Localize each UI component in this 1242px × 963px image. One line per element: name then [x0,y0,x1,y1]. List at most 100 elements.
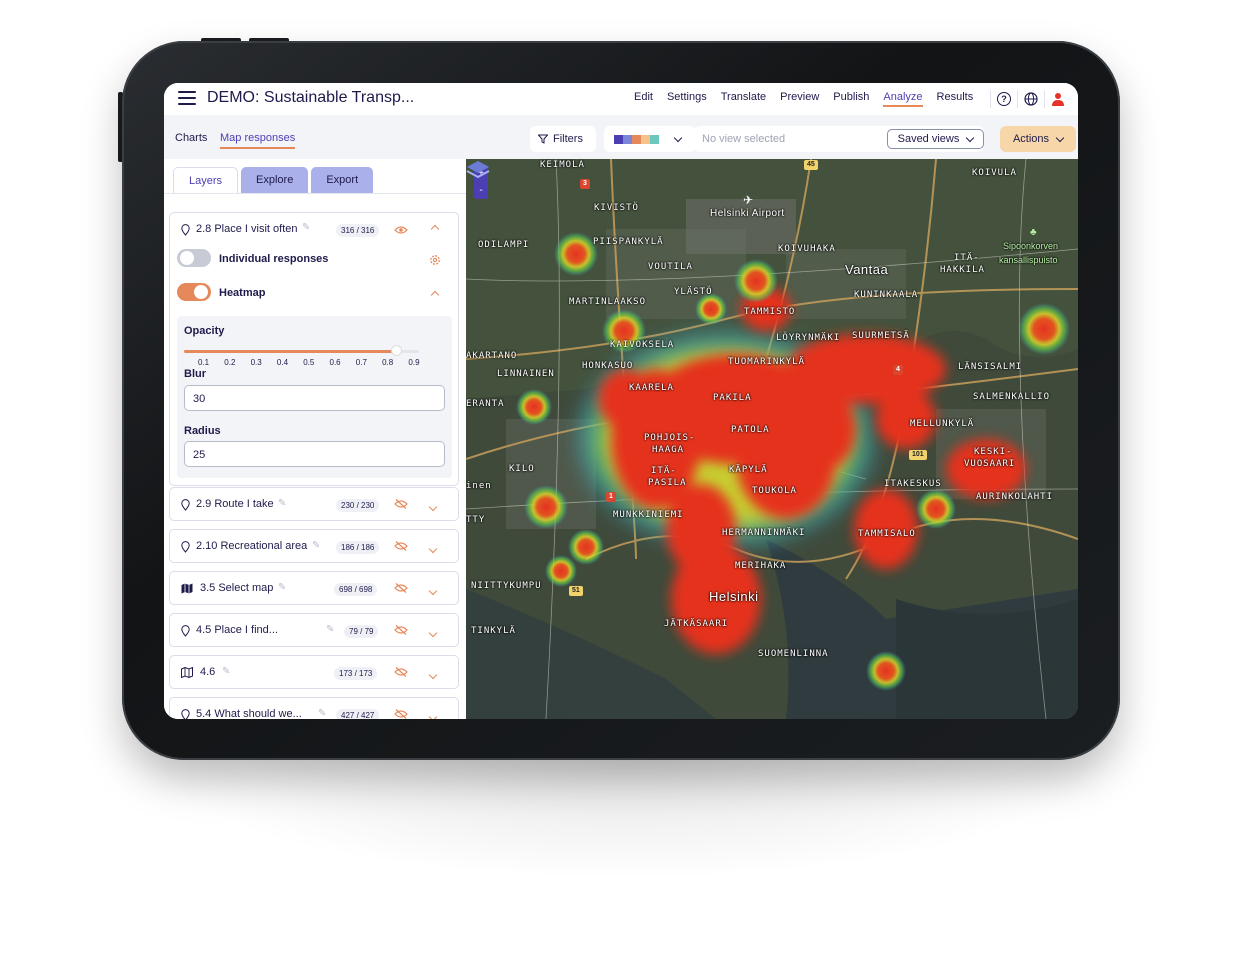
hamburger-menu-icon[interactable] [178,91,196,105]
help-icon[interactable]: ? [997,92,1011,106]
gear-icon[interactable] [429,254,441,266]
map-label: PATOLA [731,425,770,435]
nav-settings[interactable]: Settings [667,91,707,107]
opacity-tick-label: 0.3 [250,358,262,367]
map-label: ERANTA [466,399,505,409]
expand-chevron-icon[interactable] [428,581,438,599]
map-label: KOIVULA [972,168,1017,178]
layer-card[interactable]: 4.6 ✎ 173 / 173 [169,655,459,689]
layer-card[interactable]: 2.9 Route I take ✎ 230 / 230 [169,487,459,521]
survey-title: DEMO: Sustainable Transp... [207,89,415,106]
edit-pencil-icon[interactable]: ✎ [302,222,310,233]
blur-input[interactable]: 30 [184,385,445,411]
map-label: Helsinki [709,589,759,604]
map-label: LÄNSISALMI [958,362,1023,372]
filter-icon [538,134,548,144]
tab-export[interactable]: Export [311,167,374,193]
map-label: HERMANNINMÄKI [722,528,806,538]
map-filled-icon [181,583,193,594]
pin-icon [181,224,190,236]
globe-icon[interactable] [1024,92,1038,106]
app-screen: DEMO: Sustainable Transp... Edit Setting… [164,83,1078,719]
opacity-label: Opacity [184,325,225,337]
edit-pencil-icon[interactable]: ✎ [312,540,320,551]
response-count-badge: 79 / 79 [344,625,379,638]
map-label: inen [466,481,492,491]
opacity-slider[interactable] [184,346,419,355]
actions-label: Actions [1012,133,1050,145]
layer-card-expanded: 2.8 Place I visit often ✎ 316 / 316 Indi… [169,212,459,486]
map-label: ITÄ- [651,466,677,476]
layer-title: 2.10 Recreational area [196,540,308,552]
map-label: HAKKILA [940,265,985,275]
pin-icon [181,709,190,719]
edit-pencil-icon[interactable]: ✎ [278,582,286,593]
slider-handle[interactable] [392,346,402,355]
expand-chevron-icon[interactable] [428,707,438,719]
response-count-badge: 427 / 427 [336,709,380,719]
layer-card[interactable]: 3.5 Select map ✎ 698 / 698 [169,571,459,605]
tab-explore[interactable]: Explore [241,167,309,193]
user-icon[interactable] [1051,92,1065,106]
expand-chevron-icon[interactable] [428,539,438,557]
nav-preview[interactable]: Preview [780,91,819,107]
nav-translate[interactable]: Translate [721,91,766,107]
nav-results[interactable]: Results [937,91,974,107]
tab-map-responses[interactable]: Map responses [220,132,296,149]
heatmap-map[interactable]: + - KEIMOLA KIVISTÖ Helsinki Airport ✈ K… [466,159,1078,719]
map-label: SALMENKALLIO [973,392,1051,402]
road-number: 51 [569,586,583,596]
pin-icon [181,625,190,637]
eye-off-icon[interactable] [394,667,408,677]
layer-card[interactable]: 4.5 Place I find... ✎ 79 / 79 [169,613,459,647]
tab-charts[interactable]: Charts [175,132,207,144]
opacity-tick-label: 0.9 [408,358,420,367]
map-label: ITAKESKUS [884,479,942,489]
radius-input[interactable]: 25 [184,441,445,467]
color-palette-select[interactable] [604,126,696,152]
map-label: KESKI- [974,447,1013,457]
map-label: KOIVUHAKA [778,244,836,254]
individual-responses-label: Individual responses [219,253,329,265]
nav-analyze[interactable]: Analyze [883,91,923,107]
nav-publish[interactable]: Publish [833,91,869,107]
road-number: 4 [893,365,903,375]
layer-card[interactable]: 5.4 What should we... ✎ 427 / 427 [169,697,459,719]
nav-edit[interactable]: Edit [634,91,653,107]
heatmap-collapse-icon[interactable] [430,290,440,300]
filters-button[interactable]: Filters [530,126,596,152]
map-label: MUNKKINIEMI [613,510,684,520]
chevron-down-icon [966,133,975,142]
expand-chevron-icon[interactable] [428,497,438,515]
map-label: kansallispuisto [999,255,1058,265]
map-label: SUOMENLINNA [758,649,829,659]
tab-layers[interactable]: Layers [173,167,239,194]
zoom-out-button[interactable]: - [474,182,488,199]
edit-pencil-icon[interactable]: ✎ [326,624,334,635]
blur-label: Blur [184,368,206,380]
layers-icon[interactable] [466,159,490,181]
eye-off-icon[interactable] [394,499,408,509]
map-label: VOUTILA [648,262,693,272]
edit-pencil-icon[interactable]: ✎ [222,666,230,677]
eye-off-icon[interactable] [394,709,408,719]
collapse-chevron-icon[interactable] [430,224,440,234]
layer-card[interactable]: 2.10 Recreational area ✎ 186 / 186 [169,529,459,563]
opacity-tick-label: 0.7 [355,358,367,367]
park-icon: ♣ [1030,227,1037,238]
main-nav: Edit Settings Translate Preview Publish … [634,91,987,107]
actions-button[interactable]: Actions [1000,126,1076,152]
heatmap-toggle[interactable] [177,283,211,301]
expand-chevron-icon[interactable] [428,623,438,641]
eye-icon[interactable] [394,225,408,235]
saved-views-button[interactable]: Saved views [887,129,984,149]
eye-off-icon[interactable] [394,625,408,635]
eye-off-icon[interactable] [394,541,408,551]
layer-title: 4.5 Place I find... [196,624,278,636]
edit-pencil-icon[interactable]: ✎ [318,708,326,719]
eye-off-icon[interactable] [394,583,408,593]
individual-responses-toggle[interactable] [177,249,211,267]
edit-pencil-icon[interactable]: ✎ [278,498,286,509]
road-number: 1 [606,492,616,502]
expand-chevron-icon[interactable] [428,665,438,683]
